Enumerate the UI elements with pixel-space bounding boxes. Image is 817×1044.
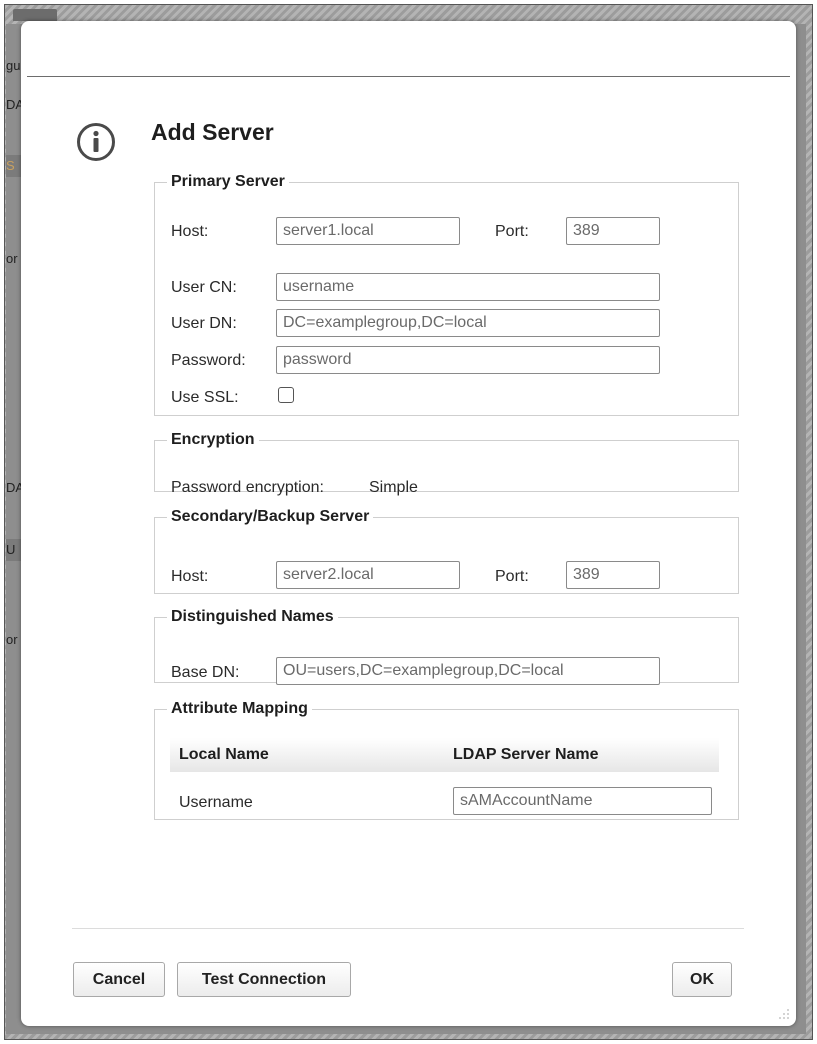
primary-host-input[interactable] bbox=[276, 217, 460, 245]
background-text: S bbox=[6, 158, 15, 173]
secondary-port-label: Port: bbox=[495, 568, 529, 585]
primary-port-label: Port: bbox=[495, 223, 529, 240]
attribute-mapping-group: Attribute Mapping Local Name LDAP Server… bbox=[154, 700, 739, 820]
dialog-footer-divider bbox=[72, 928, 744, 929]
background-text: or bbox=[6, 632, 18, 647]
secondary-host-label: Host: bbox=[171, 568, 209, 585]
base-dn-input[interactable] bbox=[276, 657, 660, 685]
secondary-server-group: Secondary/Backup Server Host: Port: bbox=[154, 508, 739, 594]
test-connection-button[interactable]: Test Connection bbox=[177, 962, 351, 997]
distinguished-names-group: Distinguished Names Base DN: bbox=[154, 608, 739, 685]
encryption-group: Encryption Password encryption: Simple bbox=[154, 431, 739, 496]
encryption-legend: Encryption bbox=[171, 431, 255, 448]
mapping-table-header: Local Name LDAP Server Name bbox=[170, 738, 719, 772]
dialog-header-divider bbox=[27, 76, 790, 77]
background-text: gu bbox=[6, 58, 21, 73]
cancel-button[interactable]: Cancel bbox=[73, 962, 165, 997]
attribute-mapping-legend: Attribute Mapping bbox=[171, 700, 308, 717]
base-dn-label: Base DN: bbox=[171, 664, 240, 681]
primary-host-label: Host: bbox=[171, 223, 209, 240]
user-cn-label: User CN: bbox=[171, 279, 237, 296]
primary-server-group: Primary Server Host: Port: User CN: User… bbox=[154, 173, 739, 416]
user-dn-label: User DN: bbox=[171, 315, 237, 332]
background-tab bbox=[13, 9, 57, 21]
add-server-dialog: Add Server Primary Server Host: Port: Us… bbox=[21, 21, 796, 1026]
resize-grip-icon[interactable] bbox=[776, 1006, 790, 1020]
password-encryption-value: Simple bbox=[369, 479, 418, 496]
local-name-column-header: Local Name bbox=[179, 746, 269, 763]
primary-server-legend: Primary Server bbox=[171, 173, 285, 190]
distinguished-names-legend: Distinguished Names bbox=[171, 608, 334, 625]
user-cn-input[interactable] bbox=[276, 273, 660, 301]
user-dn-input[interactable] bbox=[276, 309, 660, 337]
primary-port-input[interactable] bbox=[566, 217, 660, 245]
ldap-server-name-column-header: LDAP Server Name bbox=[453, 746, 599, 763]
password-encryption-label: Password encryption: bbox=[171, 479, 324, 496]
use-ssl-label: Use SSL: bbox=[171, 389, 239, 406]
secondary-server-legend: Secondary/Backup Server bbox=[171, 508, 370, 525]
mapping-ldap-name-input[interactable] bbox=[453, 787, 712, 815]
use-ssl-checkbox[interactable] bbox=[278, 387, 294, 403]
dialog-title: Add Server bbox=[151, 119, 274, 145]
password-input[interactable] bbox=[276, 346, 660, 374]
secondary-host-input[interactable] bbox=[276, 561, 460, 589]
info-icon bbox=[76, 122, 116, 162]
background-text: U bbox=[6, 542, 16, 557]
ok-button[interactable]: OK bbox=[672, 962, 732, 997]
password-label: Password: bbox=[171, 352, 246, 369]
mapping-local-name: Username bbox=[179, 794, 253, 811]
secondary-port-input[interactable] bbox=[566, 561, 660, 589]
background-text: or bbox=[6, 251, 18, 266]
